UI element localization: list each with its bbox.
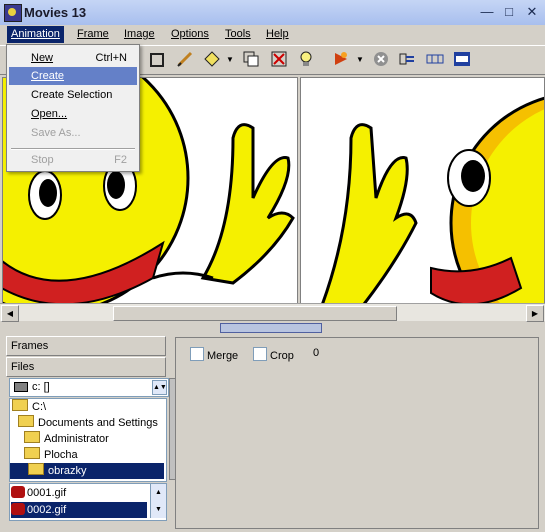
- file-list[interactable]: 0001.gif 0002.gif ▲ ▼: [9, 483, 167, 521]
- gif-file-icon: [11, 503, 25, 515]
- file-item-selected[interactable]: 0002.gif: [11, 502, 147, 518]
- scroll-left-button[interactable]: ◀: [1, 305, 19, 322]
- drive-select[interactable]: c: [] ▲▼: [9, 378, 169, 397]
- pane-splitter[interactable]: [220, 323, 322, 333]
- menu-item-new[interactable]: New Ctrl+N: [9, 49, 137, 67]
- align-icon[interactable]: [398, 50, 416, 68]
- open-folder-icon: [28, 463, 44, 475]
- delete-frame-icon[interactable]: [270, 50, 288, 68]
- title-bar: Movies 13 — □ ✕: [0, 0, 545, 26]
- merge-checkbox[interactable]: Merge: [190, 347, 238, 362]
- drive-value: c: []: [32, 381, 50, 393]
- menu-item-stop[interactable]: Stop F2: [9, 151, 137, 169]
- menu-item-create-selection[interactable]: Create Selection: [9, 86, 137, 104]
- folder-icon: [12, 399, 28, 411]
- menu-image[interactable]: Image: [124, 28, 155, 40]
- drive-icon: [14, 382, 28, 392]
- filmstrip-icon[interactable]: [426, 50, 444, 68]
- tree-item[interactable]: C:\: [12, 399, 46, 415]
- crop-checkbox[interactable]: Crop: [253, 347, 294, 362]
- stop-icon[interactable]: [372, 50, 390, 68]
- files-section-header[interactable]: Files: [6, 357, 166, 377]
- horizontal-scrollbar[interactable]: ◀ ▶: [0, 303, 545, 322]
- folder-icon: [18, 415, 34, 427]
- gif-file-icon: [11, 486, 25, 498]
- folder-tree[interactable]: C:\ Documents and Settings Administrator…: [9, 398, 167, 482]
- animation-play-icon[interactable]: [332, 50, 350, 68]
- file-item[interactable]: 0001.gif: [11, 485, 147, 501]
- menu-tools[interactable]: Tools: [225, 28, 251, 40]
- pencil-tool-icon[interactable]: [176, 50, 194, 68]
- animation-menu-dropdown: New Ctrl+N Create Create Selection Open..…: [6, 44, 140, 172]
- copy-frame-icon[interactable]: [242, 50, 260, 68]
- tree-item-selected[interactable]: obrazky: [10, 463, 164, 479]
- rectangle-tool-icon[interactable]: [150, 53, 164, 67]
- folder-icon: [24, 431, 40, 443]
- tree-item[interactable]: Documents and Settings: [18, 415, 158, 431]
- minimize-icon[interactable]: —: [478, 4, 496, 20]
- smiley-image-right: [320, 96, 544, 304]
- menu-item-create[interactable]: Create: [9, 67, 137, 85]
- tree-item[interactable]: Administrator: [24, 431, 109, 447]
- app-icon: [4, 4, 22, 22]
- menu-bar: Animation Frame Image Options Tools Help: [0, 25, 545, 45]
- menu-separator: [11, 148, 135, 150]
- menu-animation[interactable]: Animation: [7, 26, 64, 43]
- diamond-tool-icon[interactable]: [203, 50, 221, 68]
- merge-checkbox-box[interactable]: [190, 347, 204, 361]
- window-title: Movies 13: [24, 5, 87, 20]
- drive-dropdown-icon[interactable]: ▲▼: [152, 380, 167, 395]
- options-panel: Merge Crop 0: [175, 337, 539, 529]
- maximize-icon[interactable]: □: [500, 4, 518, 20]
- frames-section-header[interactable]: Frames: [6, 336, 166, 356]
- value-display: 0: [313, 347, 320, 359]
- scroll-right-button[interactable]: ▶: [526, 305, 544, 322]
- dropdown-arrow-icon[interactable]: ▼: [356, 55, 364, 73]
- frame-view-right[interactable]: [300, 77, 545, 305]
- dropdown-arrow-icon[interactable]: ▼: [226, 55, 234, 73]
- frames-view-icon[interactable]: [453, 50, 471, 68]
- lightbulb-icon[interactable]: [297, 50, 315, 68]
- tree-item[interactable]: Plocha: [24, 447, 78, 463]
- close-icon[interactable]: ✕: [523, 4, 541, 20]
- folder-icon: [24, 447, 40, 459]
- menu-help[interactable]: Help: [266, 28, 289, 40]
- menu-options[interactable]: Options: [171, 28, 209, 40]
- menu-frame[interactable]: Frame: [77, 28, 109, 40]
- menu-item-open[interactable]: Open...: [9, 105, 137, 123]
- scroll-thumb[interactable]: [113, 306, 397, 321]
- crop-checkbox-box[interactable]: [253, 347, 267, 361]
- file-list-scrollbar[interactable]: ▲ ▼: [150, 484, 166, 518]
- menu-item-save-as[interactable]: Save As...: [9, 124, 137, 142]
